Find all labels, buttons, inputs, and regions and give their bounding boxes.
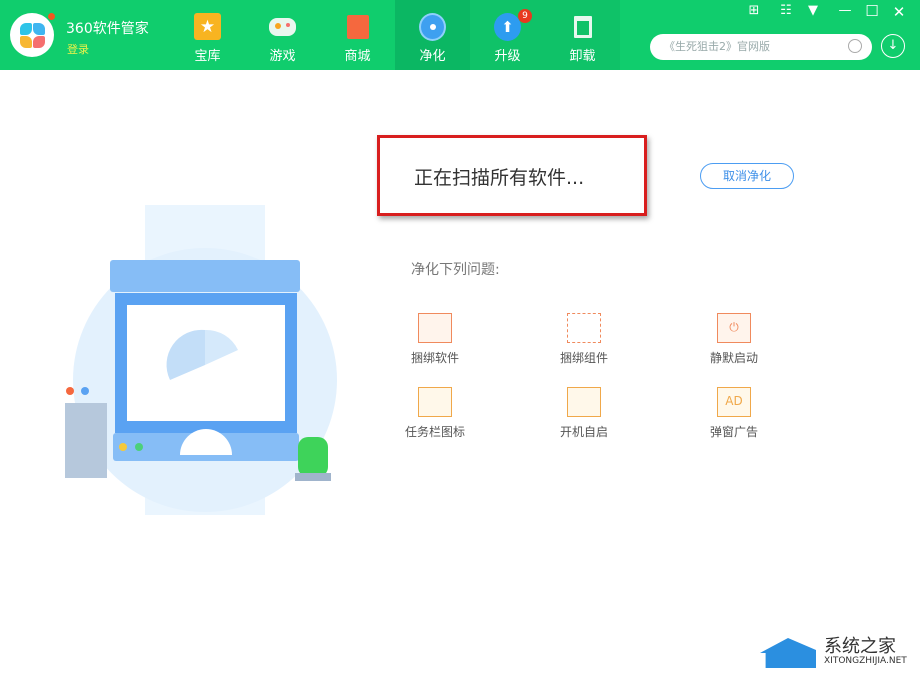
tab-label: 净化 (419, 49, 446, 64)
bundled-component-icon (567, 313, 601, 343)
fan-icon (419, 12, 446, 41)
server-light (66, 387, 74, 395)
minimize-button[interactable]: — (835, 3, 855, 18)
menu-dropdown-icon[interactable]: ▼ (803, 3, 823, 18)
taskbar-icon (418, 387, 452, 417)
issue-label: 静默启动 (709, 351, 758, 365)
cancel-clean-button[interactable]: 取消净化 (700, 163, 794, 189)
tab-games[interactable]: 游戏 (245, 0, 320, 70)
watermark-house-logo (760, 638, 816, 668)
app-logo[interactable] (10, 13, 55, 57)
issue-label: 捆绑组件 (559, 351, 608, 365)
logo-petal (33, 23, 45, 35)
tab-label: 宝库 (194, 49, 221, 64)
tab-label: 游戏 (269, 49, 296, 64)
tab-uninstall[interactable]: 卸载 (545, 0, 620, 70)
autostart-icon (567, 387, 601, 417)
scan-status-text: 正在扫描所有软件... (414, 167, 585, 189)
close-button[interactable]: ✕ (889, 3, 909, 21)
monitor-top (110, 260, 300, 292)
watermark-title: 系统之家 (824, 636, 896, 657)
update-count-badge: 9 (518, 9, 532, 23)
login-link[interactable]: 登录 (67, 41, 89, 57)
search-placeholder: 《生死狙击2》官网版 (664, 40, 770, 53)
issue-taskbar-icon: 任务栏图标 (395, 387, 475, 440)
tab-label: 卸载 (569, 49, 596, 64)
server-tower (65, 403, 107, 478)
issue-popup-ad: AD 弹窗广告 (694, 387, 774, 440)
issue-label: 捆绑软件 (410, 351, 459, 365)
shopping-bag-icon (344, 13, 371, 40)
trash-icon (569, 13, 596, 40)
issue-label: 弹窗广告 (709, 425, 758, 439)
bundled-software-icon (418, 313, 452, 343)
issue-bundled-component: 捆绑组件 (544, 313, 624, 366)
logo-petal (33, 36, 45, 48)
upgrade-arrow-icon: ⬆ (494, 12, 521, 41)
search-icon[interactable] (848, 39, 862, 53)
tab-baoku[interactable]: ★ 宝库 (170, 0, 245, 70)
scanning-illustration (65, 205, 337, 515)
title-bar: 360软件管家 登录 ★ 宝库 游戏 商城 净化 ⬆ 9 升级 卸载 ⊞ ☷ ▼… (0, 0, 920, 70)
issue-label: 任务栏图标 (404, 425, 465, 439)
search-input[interactable]: 《生死狙击2》官网版 (650, 34, 872, 60)
tab-store[interactable]: 商城 (320, 0, 395, 70)
notification-dot (48, 13, 55, 20)
tab-clean[interactable]: 净化 (395, 0, 470, 70)
issue-bundled-software: 捆绑软件 (395, 313, 475, 366)
tab-label: 升级 (494, 49, 521, 64)
issue-silent-start: ⏻ 静默启动 (694, 313, 774, 366)
popup-ad-icon: AD (717, 387, 751, 417)
app-name: 360软件管家 (66, 21, 149, 37)
star-icon: ★ (194, 13, 221, 40)
skin-icon[interactable]: ☷ (776, 3, 796, 18)
issue-autostart: 开机自启 (544, 387, 624, 440)
beacon-base (295, 473, 331, 481)
maximize-button[interactable]: ☐ (862, 2, 882, 20)
server-light (81, 387, 89, 395)
green-beacon (298, 437, 328, 477)
silent-start-icon: ⏻ (717, 313, 751, 343)
logo-petal (20, 23, 32, 35)
gamepad-icon (269, 13, 296, 40)
logo-petal (20, 36, 32, 48)
issue-label: 开机自启 (559, 425, 608, 439)
status-light (119, 443, 127, 451)
gift-icon[interactable]: ⊞ (744, 3, 764, 18)
status-light (135, 443, 143, 451)
tab-upgrade[interactable]: ⬆ 9 升级 (470, 0, 545, 70)
tab-label: 商城 (344, 49, 371, 64)
download-manager-icon[interactable]: ↓ (881, 34, 905, 58)
watermark-subtitle: XITONGZHIJIA.NET (824, 656, 907, 666)
issues-heading: 净化下列问题: (411, 262, 500, 278)
